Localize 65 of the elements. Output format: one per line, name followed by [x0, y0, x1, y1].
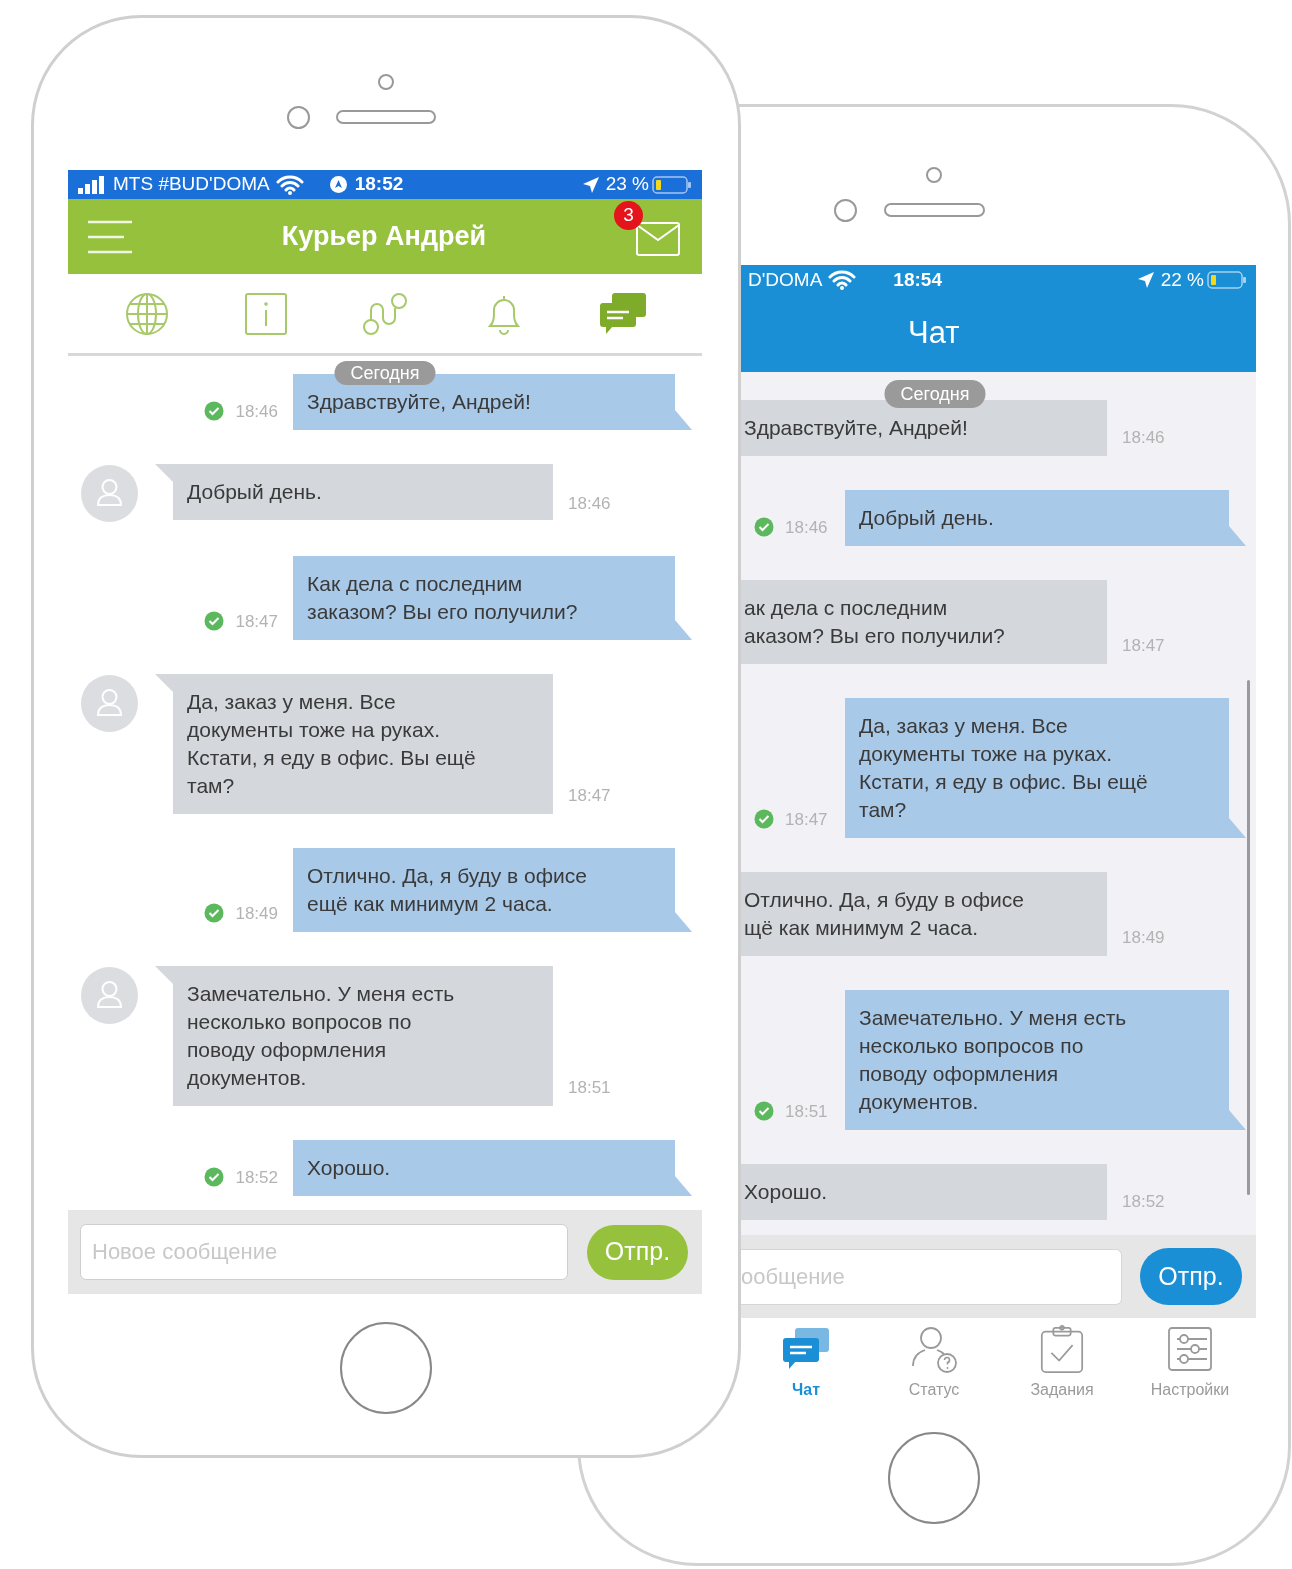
message-time: 18:46 — [235, 400, 278, 423]
globe-icon[interactable] — [125, 291, 170, 336]
avatar-icon — [81, 675, 138, 732]
message-time: 18:47 — [1122, 634, 1165, 657]
avatar-icon — [81, 465, 138, 522]
battery-icon — [652, 174, 692, 195]
message-bubble: Как дела с последним заказом? Вы его получили? — [293, 556, 692, 640]
person-question-icon — [909, 1324, 959, 1374]
message-bubble: Да, заказ у меня. Все документы тоже на руках. Кстати, я еду в офис. Вы ещё там? — [845, 698, 1246, 838]
message-bubble: Добрый день. — [845, 490, 1246, 546]
home-button[interactable] — [340, 1322, 432, 1414]
message-time: 18:49 — [235, 902, 278, 925]
tab-button[interactable]: Задания — [998, 1318, 1126, 1410]
send-button[interactable]: Отпр. — [587, 1224, 688, 1280]
clock-time: 18:52 — [354, 172, 404, 197]
message-time: 18:49 — [1122, 926, 1165, 949]
clipboard-check-icon — [1039, 1324, 1085, 1374]
message-time: 18:47 — [785, 808, 828, 831]
message-time: 18:51 — [785, 1100, 828, 1123]
message-bubble: Хорошо. — [293, 1140, 692, 1196]
message-time: 18:52 — [235, 1166, 278, 1189]
message-bubble: Отлично. Да, я буду в офисе щё как минимум 2 часа. — [740, 872, 1107, 956]
carrier-name: D'DOMA — [748, 267, 823, 292]
message-bubble: Замечательно. У меня есть несколько вопросов по поводу оформления документов. — [845, 990, 1246, 1130]
date-label: Сегодня — [334, 361, 436, 385]
notification-badge: 3 — [614, 201, 643, 230]
tab-button[interactable]: Настройки — [1126, 1318, 1254, 1410]
location-arrow-icon — [581, 175, 600, 194]
message-bubble: ак дела с последним аказом? Вы его получили? — [740, 580, 1107, 664]
tab-button[interactable]: Статус — [870, 1318, 998, 1410]
battery-percent: 23 % — [605, 172, 649, 197]
message-time: 18:52 — [1122, 1190, 1165, 1213]
carrier-name: MTS #BUD'DOMA — [113, 172, 270, 197]
date-label: Сегодня — [884, 380, 986, 408]
wifi-icon — [275, 174, 304, 195]
home-button[interactable] — [888, 1432, 980, 1524]
scrollbar[interactable] — [1247, 680, 1250, 1195]
signal-icon — [78, 175, 106, 194]
message-time: 18:47 — [235, 610, 278, 633]
location-arrow-icon — [1136, 271, 1155, 289]
menu-icon[interactable] — [88, 219, 132, 254]
rotation-lock-icon — [329, 176, 347, 193]
message-time: 18:46 — [568, 492, 611, 515]
message-bubble: Да, заказ у меня. Все документы тоже на руках. Кстати, я еду в офис. Вы ещё там? — [155, 674, 553, 814]
wifi-icon — [828, 270, 857, 290]
message-bubble: Отлично. Да, я буду в офисе ещё как минимум 2 часа. — [293, 848, 692, 932]
tab-button[interactable]: Чат — [742, 1318, 870, 1410]
sliders-icon — [1167, 1324, 1213, 1374]
message-time: 18:51 — [568, 1076, 611, 1099]
message-bubble: Добрый день. — [155, 464, 553, 520]
message-time: 18:46 — [785, 516, 828, 539]
info-icon[interactable] — [244, 291, 289, 336]
send-button[interactable]: Отпр. — [1140, 1248, 1242, 1305]
envelope-icon — [636, 221, 680, 256]
message-bubble: Хорошо. — [740, 1164, 1107, 1220]
route-icon[interactable] — [362, 291, 408, 336]
message-bubble: Замечательно. У меня есть несколько вопросов по поводу оформления документов. — [155, 966, 553, 1106]
screen-title: Чат — [908, 314, 960, 353]
clock-time: 18:54 — [893, 267, 942, 292]
battery-icon — [1207, 270, 1247, 290]
message-time: 18:47 — [568, 784, 611, 807]
battery-percent: 22 % — [1160, 267, 1204, 292]
message-time: 18:46 — [1122, 426, 1165, 449]
screen-title: Курьер Андрей — [281, 220, 487, 254]
avatar-icon — [81, 967, 138, 1024]
